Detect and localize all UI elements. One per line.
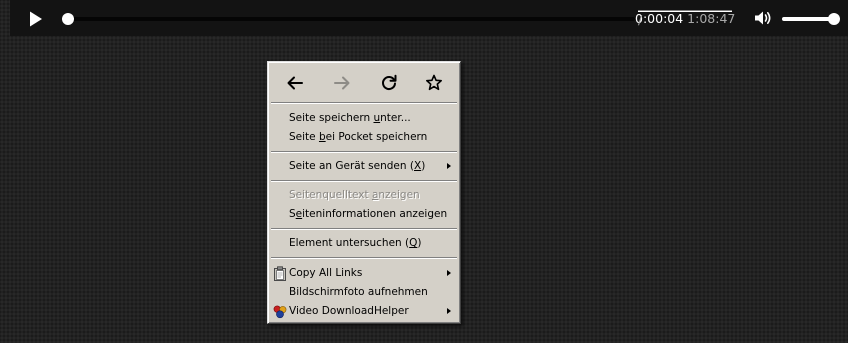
send-page-to-device-item[interactable]: Seite an Gerät senden (X) bbox=[271, 157, 457, 176]
inspect-label-end: ) bbox=[417, 237, 422, 249]
clipboard-icon bbox=[274, 266, 286, 281]
play-icon bbox=[30, 11, 42, 27]
view-source-label-start: Seitenquelltext bbox=[289, 189, 372, 201]
bookmark-star-icon bbox=[426, 74, 442, 91]
current-time: 0:00:04 bbox=[635, 11, 684, 26]
bookmark-button[interactable] bbox=[423, 72, 445, 94]
menu-separator bbox=[271, 257, 457, 259]
copy-all-links-item[interactable]: Copy All Links bbox=[271, 264, 457, 283]
video-downloadhelper-icon bbox=[273, 305, 287, 319]
page-info-label-start: S bbox=[289, 208, 296, 220]
video-downloadhelper-item[interactable]: Video DownloadHelper bbox=[271, 302, 457, 321]
reload-icon bbox=[382, 74, 397, 90]
submenu-arrow-icon bbox=[447, 308, 451, 314]
video-downloadhelper-label: Video DownloadHelper bbox=[289, 305, 409, 317]
view-page-source-item[interactable]: Seitenquelltext anzeigen bbox=[271, 186, 457, 205]
back-icon bbox=[287, 76, 303, 90]
page-info-label-end: iteninformationen anzeigen bbox=[302, 208, 448, 220]
menu-separator bbox=[271, 180, 457, 182]
volume-handle[interactable] bbox=[828, 13, 840, 25]
volume-level bbox=[782, 17, 834, 21]
inspect-label-start: Element untersuchen ( bbox=[289, 237, 410, 249]
save-page-label-start: Seite speichern bbox=[289, 112, 374, 124]
duration: 1:08:47 bbox=[687, 11, 736, 26]
context-menu: Seite speichern unter... Seite bei Pocke… bbox=[267, 61, 461, 324]
copy-all-links-label: Copy All Links bbox=[289, 267, 363, 279]
time-separator: / bbox=[638, 10, 733, 27]
menu-separator bbox=[271, 102, 457, 104]
save-to-pocket-item[interactable]: Seite bei Pocket speichern bbox=[271, 128, 457, 147]
forward-icon bbox=[334, 76, 350, 90]
volume-slider[interactable] bbox=[782, 13, 840, 25]
submenu-arrow-icon bbox=[447, 163, 451, 169]
seek-bar[interactable] bbox=[62, 13, 635, 25]
menu-separator bbox=[271, 151, 457, 153]
submenu-arrow-icon bbox=[447, 270, 451, 276]
media-player-controls: 0:00:04 / 1:08:47 bbox=[10, 0, 848, 36]
view-source-label-end: nzeigen bbox=[378, 189, 420, 201]
send-page-label-start: Seite an Gerät senden ( bbox=[289, 160, 414, 172]
mute-button[interactable] bbox=[754, 9, 772, 27]
reload-button[interactable] bbox=[378, 72, 400, 94]
screenshot-label: Bildschirmfoto aufnehmen bbox=[289, 286, 428, 298]
seek-handle[interactable] bbox=[62, 13, 75, 25]
back-button[interactable] bbox=[284, 72, 306, 94]
take-screenshot-item[interactable]: Bildschirmfoto aufnehmen bbox=[271, 283, 457, 302]
context-menu-navigation bbox=[270, 64, 458, 101]
menu-separator bbox=[271, 228, 457, 230]
view-page-info-item[interactable]: Seiteninformationen anzeigen bbox=[271, 205, 457, 224]
pocket-label-end: ei Pocket speichern bbox=[325, 131, 428, 143]
save-page-as-item[interactable]: Seite speichern unter... bbox=[271, 109, 457, 128]
play-button[interactable] bbox=[29, 11, 43, 27]
volume-icon bbox=[755, 11, 771, 25]
forward-button[interactable] bbox=[331, 72, 353, 94]
pocket-label-start: Seite bbox=[289, 131, 319, 143]
pocket-accesskey: b bbox=[318, 131, 326, 143]
time-display: 0:00:04 / 1:08:47 bbox=[635, 10, 735, 27]
send-page-label-end: ) bbox=[421, 160, 426, 172]
inspect-element-item[interactable]: Element untersuchen (Q) bbox=[271, 234, 457, 253]
save-page-label-end: nter... bbox=[380, 112, 411, 124]
